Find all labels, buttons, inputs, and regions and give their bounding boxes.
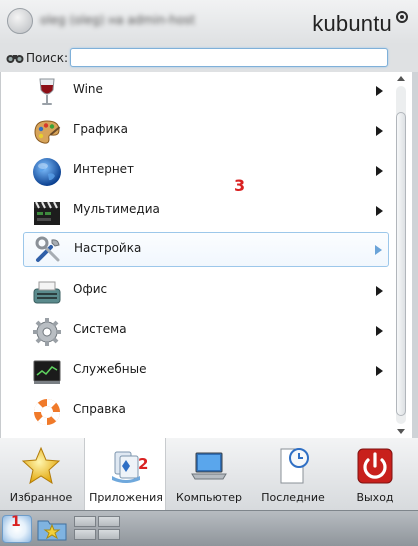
power-icon [357, 448, 393, 484]
tab-label: Приложения [89, 491, 163, 504]
palette-icon [34, 120, 61, 144]
monitor-icon [33, 360, 61, 384]
kubuntu-logo: kubuntu [312, 11, 392, 36]
menu-item-label: Настройка [74, 241, 142, 255]
menu-item-internet[interactable]: Интернет [23, 152, 389, 190]
taskbar [0, 510, 418, 546]
tab-recent[interactable]: Последние [252, 438, 334, 510]
launcher-header: oleg (oleg) на admin-host kubuntu [0, 0, 418, 44]
lifebuoy-icon [33, 399, 61, 425]
tab-label: Избранное [9, 491, 73, 504]
chevron-right-icon [376, 86, 383, 96]
desktop-1[interactable] [74, 516, 96, 527]
tab-favorites[interactable]: Избранное [0, 438, 82, 510]
application-category-list: Wine Графика Интернет Мультимедиа Настро… [0, 72, 412, 438]
desktop-3[interactable] [74, 529, 96, 540]
scroll-down-arrow-icon[interactable] [397, 429, 405, 434]
binoculars-icon [6, 55, 24, 63]
chevron-right-icon [376, 166, 383, 176]
clapperboard-icon [34, 201, 60, 225]
menu-scrollbar[interactable] [394, 74, 408, 436]
tab-applications[interactable]: Приложения [84, 438, 166, 510]
kubuntu-logo-mark-icon [396, 11, 408, 23]
menu-item-graphics[interactable]: Графика [23, 112, 389, 150]
gear-icon [33, 318, 61, 346]
menu-item-label: Мультимедиа [73, 202, 160, 216]
star-icon [21, 446, 61, 485]
scroll-up-arrow-icon[interactable] [397, 76, 405, 81]
tab-exit[interactable]: Выход [334, 438, 416, 510]
tools-icon [35, 236, 60, 262]
wine-glass-icon [39, 78, 55, 105]
search-label: Поиск: [26, 51, 69, 65]
desktop-4[interactable] [98, 529, 120, 540]
laptop-icon [191, 452, 227, 480]
menu-item-label: Графика [73, 122, 128, 136]
scroll-thumb[interactable] [396, 112, 406, 416]
menu-item-label: Справка [73, 402, 126, 416]
tab-label: Компьютер [176, 491, 242, 504]
typewriter-icon [33, 281, 61, 304]
menu-item-settings[interactable]: Настройка [23, 232, 389, 267]
menu-item-utilities[interactable]: Служебные [23, 352, 389, 390]
chevron-right-icon [376, 206, 383, 216]
annotation-marker-1: 1 [11, 514, 21, 530]
folder-star-icon[interactable] [36, 516, 68, 542]
menu-item-label: Система [73, 322, 127, 336]
menu-item-label: Служебные [73, 362, 147, 376]
search-input[interactable] [70, 48, 388, 67]
tab-computer[interactable]: Компьютер [168, 438, 250, 510]
chevron-right-icon [376, 286, 383, 296]
tab-label: Выход [356, 491, 394, 504]
menu-item-help[interactable]: Справка [23, 392, 389, 430]
desktop-2[interactable] [98, 516, 120, 527]
chevron-right-icon [376, 366, 383, 376]
globe-icon [33, 158, 61, 186]
menu-item-multimedia[interactable]: Мультимедиа [23, 192, 389, 230]
recent-document-icon [280, 448, 309, 484]
virtual-desktop-pager[interactable] [74, 516, 122, 542]
chevron-right-icon [376, 126, 383, 136]
annotation-marker-2: 2 [138, 455, 149, 473]
annotation-marker-3: 3 [234, 176, 246, 195]
tab-label: Последние [261, 491, 325, 504]
user-name: oleg (oleg) на admin-host [40, 13, 196, 27]
menu-item-label: Офис [73, 282, 108, 296]
menu-item-label: Wine [73, 82, 103, 96]
chevron-right-icon [375, 245, 382, 255]
launcher-tabs: Избранное Приложения Компьютер Последние [0, 438, 418, 510]
menu-item-office[interactable]: Офис [23, 272, 389, 310]
scroll-track[interactable] [396, 86, 406, 424]
chevron-right-icon [376, 326, 383, 336]
search-bar: Поиск: [0, 44, 418, 72]
user-avatar [7, 8, 33, 34]
menu-item-wine[interactable]: Wine [23, 72, 389, 110]
menu-item-label: Интернет [73, 162, 135, 176]
menu-item-system[interactable]: Система [23, 312, 389, 350]
